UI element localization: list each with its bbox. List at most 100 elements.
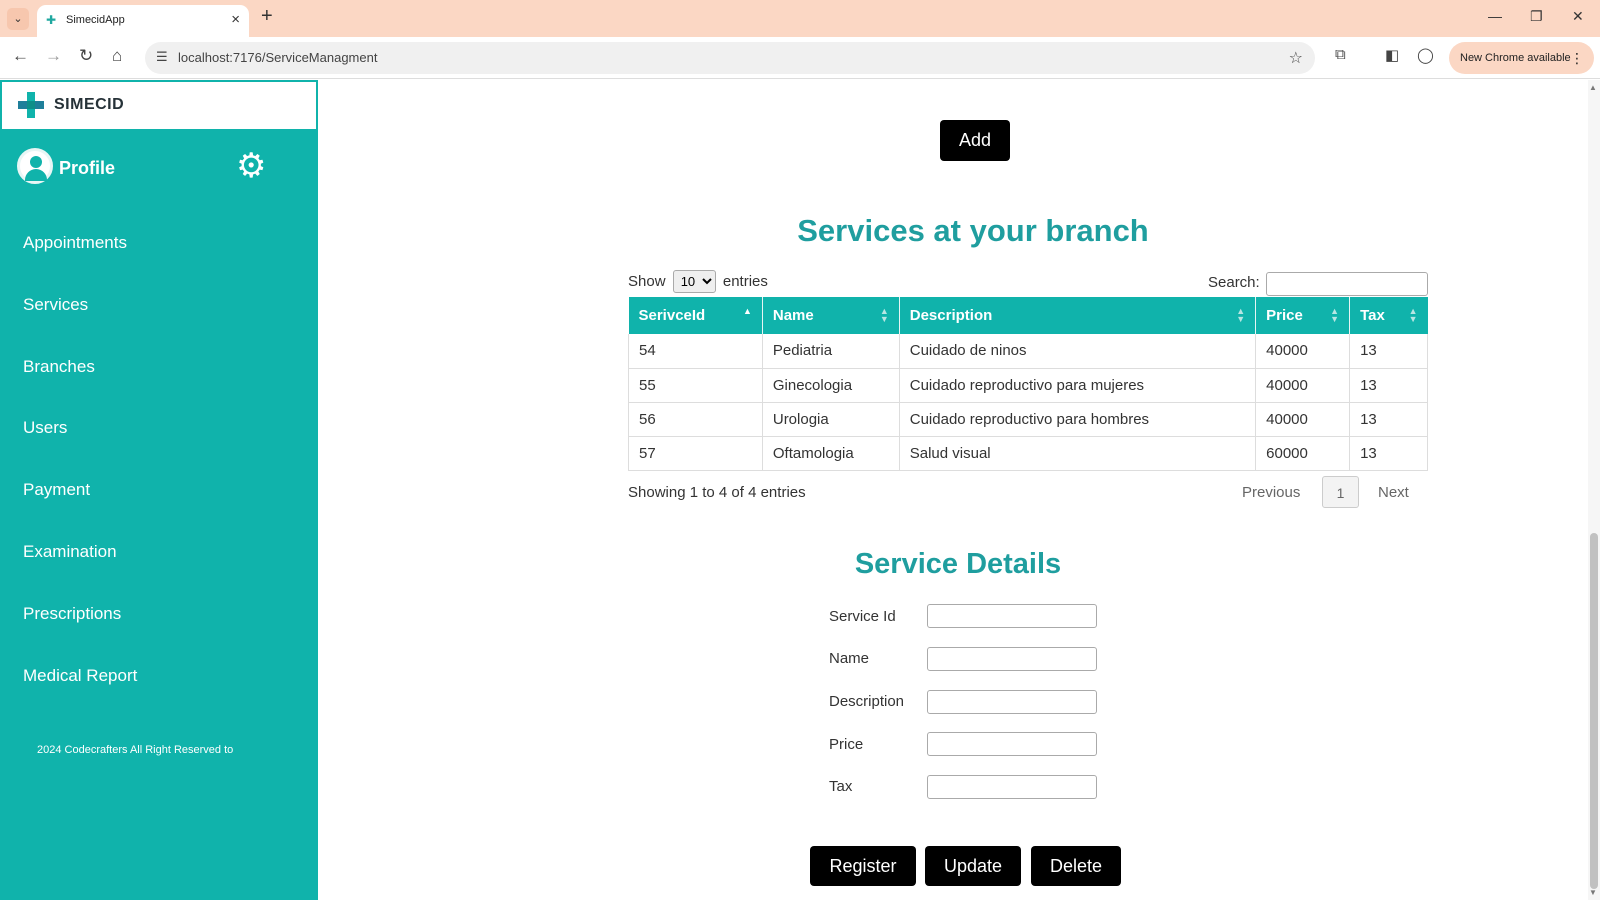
cell-price: 40000 (1255, 368, 1351, 403)
minimize-icon[interactable]: — (1488, 8, 1502, 24)
tax-field[interactable] (927, 775, 1097, 799)
sidebar-footer: 2024 Codecrafters All Right Reserved to (37, 744, 234, 756)
entries-length-control: Show 10 entries (628, 270, 768, 293)
register-button[interactable]: Register (810, 846, 916, 886)
cell-description: Cuidado reproductivo para hombres (899, 402, 1257, 437)
gear-icon[interactable]: ⚙ (236, 149, 266, 183)
cell-price: 60000 (1255, 436, 1351, 471)
service-id-label: Service Id (829, 608, 896, 625)
column-header-description[interactable]: Description ▲ ▼ (899, 297, 1257, 334)
page-title: Services at your branch (797, 213, 1149, 248)
description-field[interactable] (927, 690, 1097, 714)
cell-tax: 13 (1349, 368, 1428, 403)
description-label: Description (829, 693, 905, 710)
sidebar-item-appointments[interactable]: Appointments (23, 233, 127, 253)
cell-name: Oftamologia (762, 436, 900, 471)
delete-button[interactable]: Delete (1031, 846, 1121, 886)
page-size-select[interactable]: 10 (672, 270, 716, 293)
table-row[interactable]: 54 Pediatria Cuidado de ninos 40000 13 (628, 334, 1428, 369)
browser-toolbar: ← → ↻ ⌂ ☰ localhost:7176/ServiceManagmen… (0, 37, 1600, 79)
price-field[interactable] (927, 732, 1097, 756)
services-table: SerivceId ▲ Name ▲ ▼ Description ▲ ▼ Price ▲ ▼ … (628, 297, 1428, 471)
sort-asc-icon: ▲ (742, 306, 752, 316)
brand-header[interactable]: SIMECID (2, 82, 316, 129)
service-details-title: Service Details (854, 548, 1062, 580)
close-icon[interactable]: × (231, 11, 240, 28)
service-id-field[interactable] (927, 604, 1097, 628)
name-field[interactable] (927, 647, 1097, 671)
sidebar-item-examination[interactable]: Examination (23, 542, 117, 562)
tab-search-chevron-icon[interactable]: ⌄ (7, 8, 29, 30)
scroll-thumb[interactable] (1590, 533, 1598, 889)
update-chrome-button[interactable]: New Chrome available ⋮ (1449, 42, 1594, 74)
site-info-icon[interactable]: ☰ (156, 49, 168, 65)
column-header-name[interactable]: Name ▲ ▼ (762, 297, 900, 334)
new-tab-icon[interactable]: + (261, 5, 273, 28)
update-label: New Chrome available (1460, 52, 1571, 64)
brand-name: SIMECID (54, 96, 125, 113)
favicon-icon: ✚ (46, 13, 57, 27)
sidebar-item-branches[interactable]: Branches (23, 357, 95, 377)
cell-price: 40000 (1255, 402, 1351, 437)
cell-description: Cuidado de ninos (899, 334, 1257, 369)
page-scrollbar[interactable]: ▲ ▼ (1588, 80, 1600, 900)
cell-name: Ginecologia (762, 368, 900, 403)
column-header-price[interactable]: Price ▲ ▼ (1255, 297, 1351, 334)
cell-description: Salud visual (899, 436, 1257, 471)
browser-tab[interactable]: ✚ SimecidApp × (37, 5, 249, 37)
column-header-tax[interactable]: Tax ▲ ▼ (1349, 297, 1428, 334)
simecid-logo-icon (18, 92, 44, 118)
table-row[interactable]: 57 Oftamologia Salud visual 60000 13 (628, 436, 1428, 471)
scroll-up-icon[interactable]: ▲ (1589, 83, 1597, 92)
cell-serviceid: 57 (628, 436, 763, 471)
window-close-icon[interactable]: ✕ (1572, 8, 1584, 25)
table-row[interactable]: 56 Urologia Cuidado reproductivo para ho… (628, 402, 1428, 437)
extensions-icon[interactable]: ⧉ (1335, 46, 1346, 63)
pagination-next[interactable]: Next (1378, 484, 1409, 501)
search-input[interactable] (1266, 272, 1428, 296)
sidebar-item-users[interactable]: Users (23, 418, 67, 438)
sort-icon: ▲ ▼ (1408, 306, 1418, 324)
table-header-row: SerivceId ▲ Name ▲ ▼ Description ▲ ▼ Price ▲ ▼ … (628, 297, 1428, 334)
add-button[interactable]: Add (940, 120, 1010, 161)
profile-link[interactable]: Profile (59, 158, 115, 179)
sidebar-item-payment[interactable]: Payment (23, 480, 90, 500)
sidebar-item-medical-report[interactable]: Medical Report (23, 666, 137, 686)
sidebar: SIMECID Profile ⚙ Appointments Services … (0, 80, 318, 900)
home-icon[interactable]: ⌂ (112, 46, 122, 66)
forward-arrow-icon[interactable]: → (45, 46, 62, 66)
back-arrow-icon[interactable]: ← (12, 46, 29, 66)
more-menu-icon[interactable]: ⋮ (1570, 42, 1584, 74)
update-button[interactable]: Update (925, 846, 1021, 886)
restore-icon[interactable]: ❐ (1530, 8, 1543, 25)
avatar[interactable] (17, 148, 53, 184)
cell-serviceid: 56 (628, 402, 763, 437)
pagination-previous[interactable]: Previous (1242, 484, 1300, 501)
cell-serviceid: 54 (628, 334, 763, 369)
bookmark-star-icon[interactable]: ☆ (1289, 48, 1303, 68)
cell-tax: 13 (1349, 402, 1428, 437)
table-info: Showing 1 to 4 of 4 entries (628, 484, 806, 501)
column-header-serviceid[interactable]: SerivceId ▲ (628, 297, 763, 334)
sidebar-item-prescriptions[interactable]: Prescriptions (23, 604, 121, 624)
cell-serviceid: 55 (628, 368, 763, 403)
main-content: Add Services at your branch Show 10 entr… (318, 80, 1588, 900)
scroll-down-icon[interactable]: ▼ (1589, 888, 1597, 897)
table-row[interactable]: 55 Ginecologia Cuidado reproductivo para… (628, 368, 1428, 403)
url-text[interactable]: localhost:7176/ServiceManagment (178, 50, 377, 65)
side-panel-icon[interactable]: ◧ (1385, 46, 1399, 64)
show-label: Show (628, 273, 666, 290)
account-avatar-icon[interactable]: ◯ (1417, 46, 1434, 64)
tax-label: Tax (829, 778, 853, 795)
cell-name: Urologia (762, 402, 900, 437)
address-bar[interactable]: ☰ localhost:7176/ServiceManagment ☆ (145, 42, 1315, 74)
sort-icon: ▲ ▼ (1330, 306, 1340, 324)
pagination-page-1[interactable]: 1 (1322, 476, 1359, 508)
search-label: Search: (1208, 274, 1260, 291)
reload-icon[interactable]: ↻ (79, 46, 93, 66)
price-label: Price (829, 736, 864, 753)
sort-icon: ▲ ▼ (1236, 306, 1246, 324)
cell-price: 40000 (1255, 334, 1351, 369)
cell-tax: 13 (1349, 436, 1428, 471)
sidebar-item-services[interactable]: Services (23, 295, 88, 315)
